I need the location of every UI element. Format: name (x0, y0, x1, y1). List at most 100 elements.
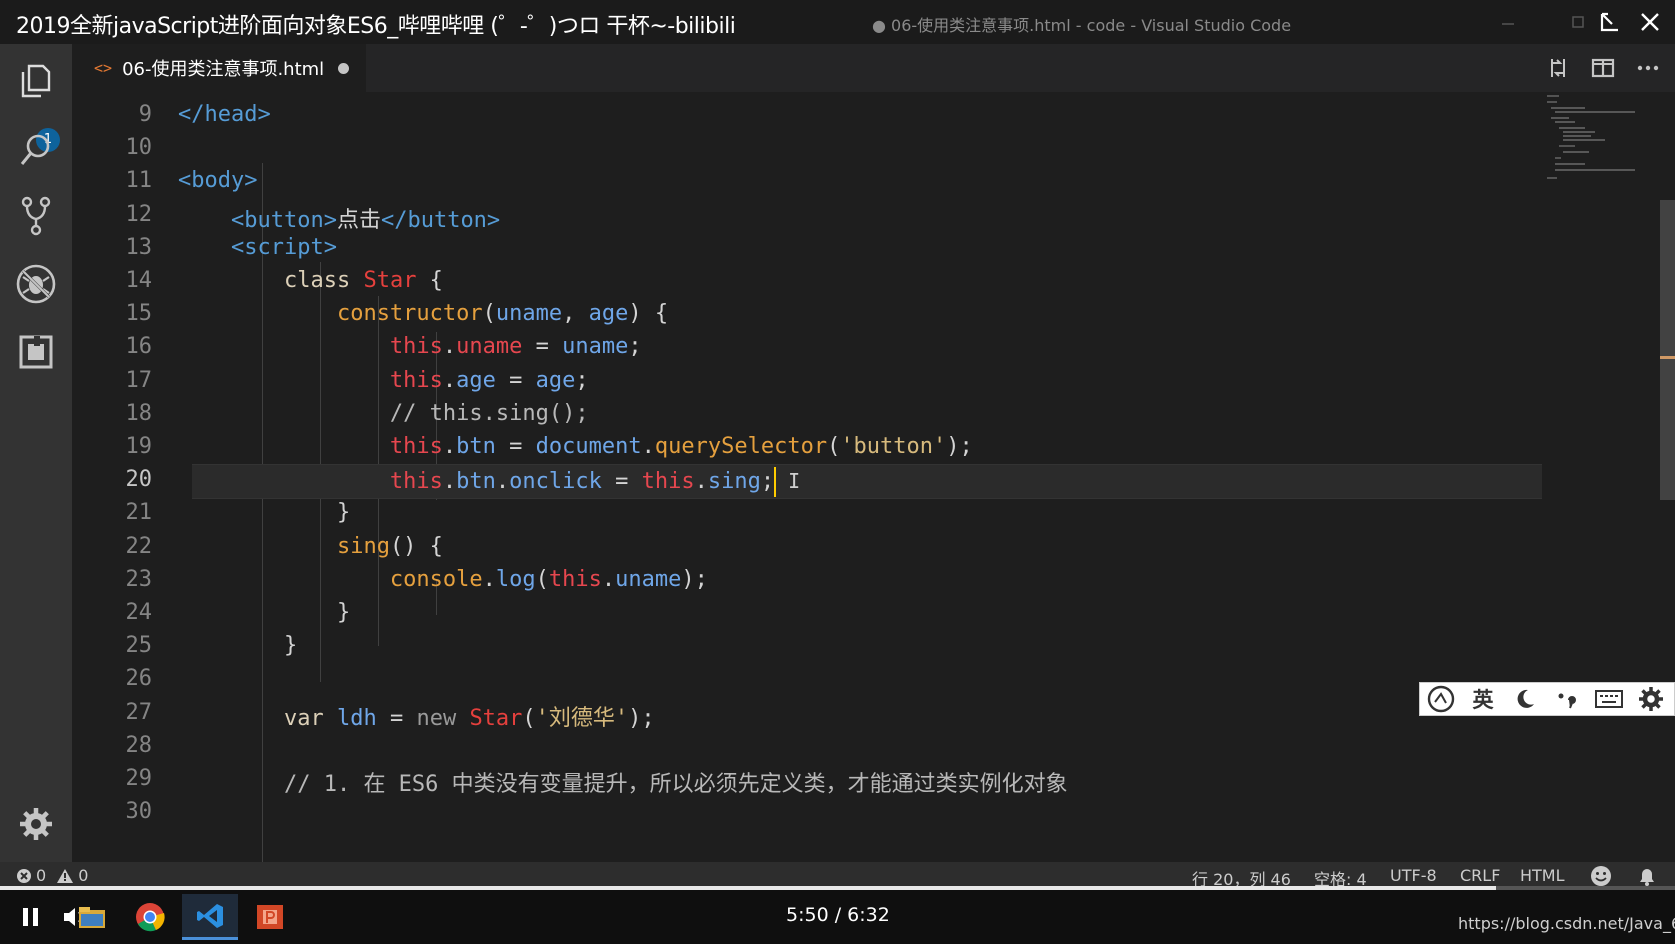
line-number: 25 (125, 633, 153, 659)
line-number: 20 (125, 467, 153, 493)
ellipsis-icon (1637, 65, 1659, 71)
line-number: 27 (125, 699, 153, 725)
ime-logo-icon (1427, 685, 1455, 713)
line-number: 11 (125, 168, 153, 194)
code-line: // 1. 在 ES6 中类没有变量提升，所以必须先定义类，才能通过类实例化对象 (283, 772, 1068, 797)
code-line: } (336, 500, 351, 526)
keyboard-icon (1595, 690, 1623, 708)
open-changes-button[interactable] (1542, 54, 1574, 82)
line-number: 28 (125, 732, 153, 758)
split-editor-button[interactable] (1587, 54, 1619, 82)
warning-count: 0 (78, 866, 89, 885)
line-number: 17 (125, 367, 153, 393)
minimize-button[interactable] (1488, 6, 1528, 38)
close-icon (1641, 13, 1659, 31)
code-line: <button>点击</button> (230, 207, 501, 233)
files-icon (21, 64, 51, 98)
error-count: 0 (36, 866, 47, 885)
code-line: class Star { (283, 268, 443, 293)
warning-icon (57, 868, 74, 883)
exit-fullscreen-button[interactable] (1590, 6, 1630, 38)
code-line: this.btn.onclick = this.sing; I (178, 467, 800, 498)
search-button[interactable] (14, 128, 58, 172)
code-line: </head> (178, 102, 271, 127)
bell-icon (1640, 869, 1654, 886)
unsaved-dot-icon[interactable] (338, 62, 350, 74)
code-line: var ldh = new Star('刘德华'); (283, 705, 655, 731)
video-title: 2019全新javaScript进阶面向对象ES6_哔哩哔哩 (゜-゜)つロ 干… (16, 14, 736, 39)
line-number: 24 (125, 600, 153, 625)
line-number: 30 (125, 799, 153, 825)
editor-scrollbar[interactable] (1660, 200, 1675, 500)
line-number: 18 (125, 400, 153, 426)
code-line: <body> (178, 168, 258, 194)
watermark-url: https://blog.csdn.net/Java_63 (1458, 914, 1675, 933)
close-button[interactable] (1630, 6, 1670, 38)
compare-changes-icon (1551, 59, 1565, 77)
duration: 6:32 (847, 904, 890, 926)
split-editor-icon (1591, 58, 1615, 78)
moon-icon (1517, 689, 1534, 708)
line-ending-setting[interactable]: CRLF (1460, 866, 1500, 885)
minimize-icon (1502, 23, 1514, 25)
folder-icon (79, 907, 105, 928)
ime-settings-button[interactable] (1630, 683, 1672, 715)
punctuation-icon (1558, 693, 1576, 709)
gear-icon (1639, 687, 1663, 711)
ime-language-toggle[interactable]: 英 (1462, 683, 1504, 715)
extensions-button[interactable] (14, 330, 58, 374)
taskbar-vscode[interactable] (182, 894, 238, 940)
manage-button[interactable] (14, 802, 58, 846)
source-control-button[interactable] (14, 194, 58, 238)
line-number: 23 (125, 566, 153, 592)
code-line: } (283, 633, 298, 659)
taskbar-powerpoint[interactable] (242, 894, 298, 940)
ime-punctuation-toggle[interactable] (1546, 683, 1588, 715)
ime-logo-button[interactable] (1420, 683, 1462, 715)
line-number: 10 (125, 135, 153, 161)
activity-bar: 1 (0, 44, 72, 862)
ime-keyboard-button[interactable] (1588, 683, 1630, 715)
code-line: this.uname = uname; (389, 334, 642, 360)
code-editor[interactable]: 9 </head> 10 11 <body> 12 <button>点击</button>… (72, 92, 1675, 862)
tab-label: 06-使用类注意事项.html (122, 59, 325, 80)
ime-toolbar: 英 (1419, 682, 1675, 716)
problems-indicator[interactable]: 0 0 (16, 866, 88, 885)
error-icon (17, 868, 31, 883)
chrome-icon (136, 903, 165, 932)
smiley-icon (1591, 866, 1611, 886)
taskbar-file-explorer[interactable] (74, 894, 110, 940)
pause-button[interactable] (8, 898, 54, 936)
tab-bar: <> 06-使用类注意事项.html (72, 44, 1675, 92)
scrollbar-cursor-marker (1660, 356, 1675, 359)
code-line: console.log(this.uname); (389, 566, 708, 592)
vscode-icon (197, 903, 223, 928)
exit-fullscreen-icon (1600, 12, 1618, 32)
code-line: <script> (230, 234, 337, 260)
minimap[interactable] (1545, 94, 1645, 184)
tab-active-file[interactable]: <> 06-使用类注意事项.html (72, 44, 366, 92)
taskbar-chrome[interactable] (122, 894, 178, 940)
line-number: 16 (125, 334, 153, 360)
source-control-icon (21, 196, 51, 236)
code-line: sing() { (336, 533, 443, 559)
encoding-setting[interactable]: UTF-8 (1390, 866, 1437, 885)
search-icon (20, 134, 50, 165)
more-actions-button[interactable] (1632, 54, 1664, 82)
maximize-icon (1572, 16, 1584, 28)
debug-button[interactable] (14, 262, 58, 306)
title-bar: 2019全新javaScript进阶面向对象ES6_哔哩哔哩 (゜-゜)つロ 干… (0, 0, 1675, 44)
line-number: 19 (125, 434, 153, 459)
explorer-button[interactable] (14, 58, 58, 102)
code-line: } (336, 600, 351, 625)
ime-width-toggle[interactable] (1504, 683, 1546, 715)
extensions-icon (19, 335, 53, 369)
language-mode[interactable]: HTML (1520, 866, 1565, 885)
playback-time: 5:50 / 6:32 (786, 904, 890, 926)
text-cursor (774, 467, 777, 498)
line-number: 9 (138, 102, 152, 127)
line-number: 21 (125, 500, 153, 526)
pause-icon (23, 908, 38, 926)
line-number: 13 (125, 234, 153, 260)
code-line: // this.sing(); (389, 400, 589, 426)
